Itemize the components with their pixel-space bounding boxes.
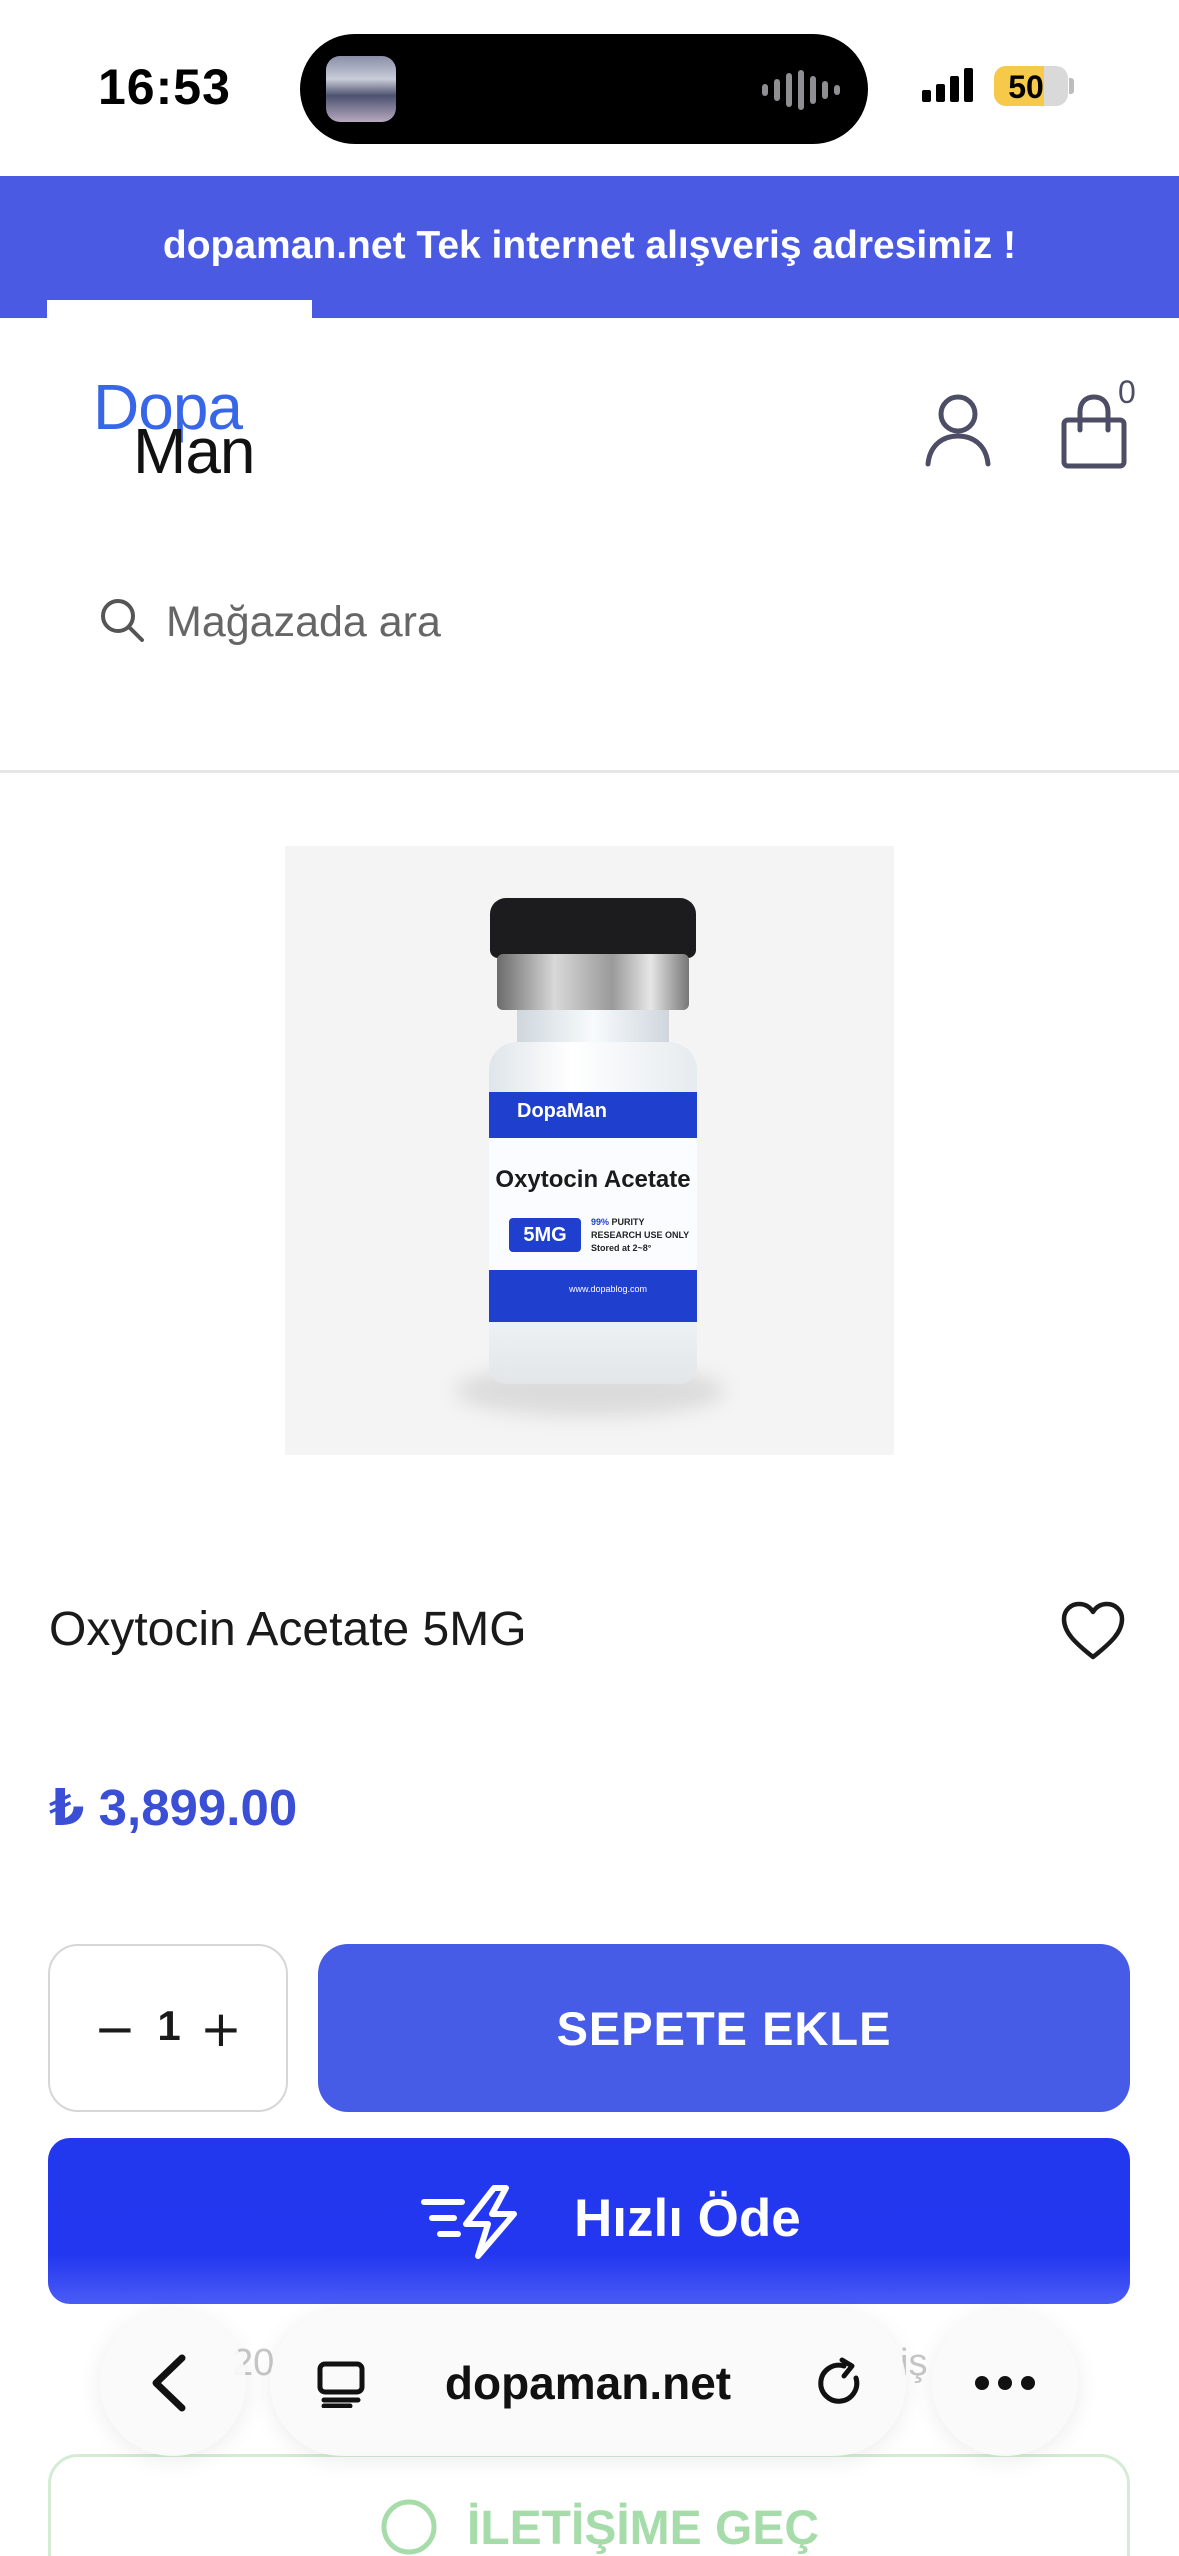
reload-icon[interactable]	[812, 2356, 868, 2412]
now-playing-artwork	[326, 56, 396, 122]
announcement-text: dopaman.net Tek internet alışveriş adres…	[162, 224, 1017, 267]
vial-label-band: DopaMan	[489, 1092, 697, 1138]
vial-cap	[490, 898, 696, 958]
dynamic-island	[300, 34, 868, 144]
vial-brand: DopaMan	[517, 1100, 607, 1122]
lightning-icon	[414, 2184, 556, 2260]
vial-dose: 5MG	[509, 1218, 581, 1252]
vial-crimp	[497, 954, 689, 1010]
account-icon[interactable]	[922, 392, 994, 468]
logo-line-2: Man	[133, 415, 255, 487]
quick-pay-button[interactable]: Hızlı Öde	[48, 2138, 1130, 2304]
browser-address-bar[interactable]: dopaman.net	[270, 2310, 906, 2456]
chevron-left-icon	[152, 2354, 186, 2412]
cellular-signal-icon	[922, 66, 973, 102]
vial-purity-value: 99%	[591, 1217, 610, 1227]
header-tab	[47, 300, 312, 318]
battery-level: 50	[1008, 69, 1044, 105]
vial-powder	[489, 1322, 697, 1384]
vial-url: www.dopablog.com	[569, 1284, 648, 1294]
vial-purity: PURITY	[611, 1217, 645, 1227]
add-to-cart-button[interactable]: SEPETE EKLE	[318, 1944, 1130, 2112]
heart-icon[interactable]	[1060, 1600, 1126, 1662]
contact-label: İLETİŞİME GEÇ	[467, 2502, 820, 2555]
header-divider	[0, 770, 1179, 773]
audio-waveform-icon	[762, 70, 840, 110]
battery-cap	[1069, 78, 1074, 94]
quantity-stepper: − 1 +	[48, 1944, 288, 2112]
ellipsis-icon	[975, 2376, 1035, 2390]
announcement-bar: dopaman.net Tek internet alışveriş adres…	[0, 176, 1179, 318]
battery-icon: 50	[994, 66, 1068, 106]
vial-body: DopaMan Oxytocin Acetate 5MG 99% PURITY …	[489, 1042, 697, 1384]
cart-count-badge: 0	[1118, 374, 1136, 410]
status-time: 16:53	[98, 59, 231, 115]
vial-label: Oxytocin Acetate 5MG 99% PURITY RESEARCH…	[489, 1138, 697, 1270]
vial-label-band-bottom: www.dopablog.com	[489, 1270, 697, 1322]
quantity-decrease-button[interactable]: −	[90, 2004, 140, 2054]
search-input[interactable]	[166, 590, 966, 654]
vial-storage: Stored at 2~8°	[591, 1243, 652, 1253]
product-title: Oxytocin Acetate 5MG	[49, 1603, 527, 1656]
browser-back-button[interactable]	[100, 2310, 246, 2456]
site-logo[interactable]: Dopa Man	[93, 370, 303, 487]
product-image[interactable]: DopaMan Oxytocin Acetate 5MG 99% PURITY …	[285, 846, 894, 1455]
browser-domain: dopaman.net	[444, 2357, 732, 2409]
search-icon	[98, 596, 146, 644]
status-bar: 16:53 50	[0, 0, 1179, 176]
whatsapp-icon	[379, 2497, 439, 2556]
quick-pay-label: Hızlı Öde	[574, 2189, 801, 2248]
vial-product-name: Oxytocin Acetate	[495, 1166, 691, 1193]
quantity-value[interactable]: 1	[146, 2002, 192, 2050]
vial-use: RESEARCH USE ONLY	[591, 1230, 690, 1240]
vial-details: 99% PURITY RESEARCH USE ONLY Stored at 2…	[591, 1216, 689, 1255]
browser-more-button[interactable]	[932, 2310, 1078, 2456]
contact-button[interactable]: İLETİŞİME GEÇ	[48, 2454, 1130, 2556]
product-price: ₺ 3,899.00	[49, 1779, 298, 1836]
quantity-increase-button[interactable]: +	[196, 2004, 246, 2054]
search-bar[interactable]	[60, 582, 1120, 662]
